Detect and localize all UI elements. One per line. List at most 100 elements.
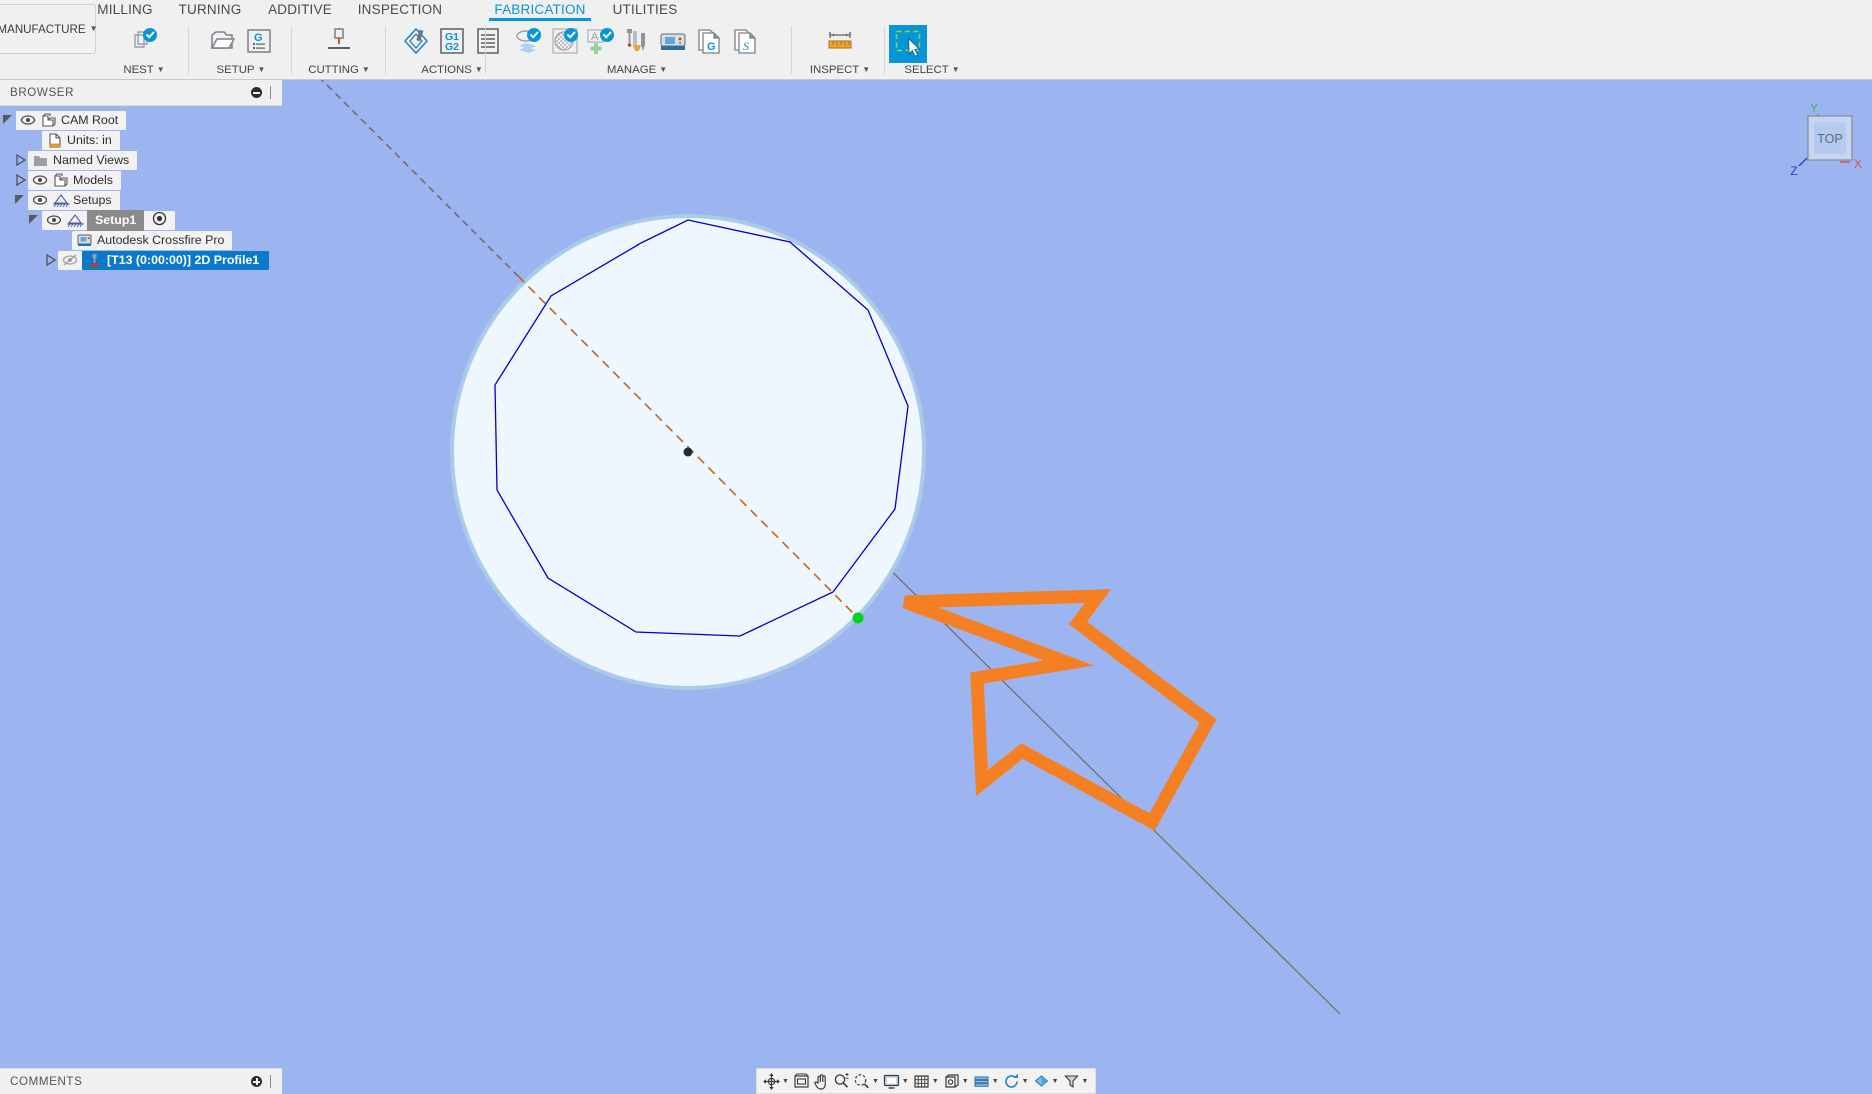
tree-row-setup1[interactable]: Setup1	[0, 209, 282, 231]
twisty-collapsed-icon[interactable]	[12, 150, 28, 170]
axis-label-x: X	[1854, 157, 1862, 171]
pattern-fill-icon[interactable]	[548, 24, 582, 58]
origin-point-marker[interactable]	[683, 447, 693, 457]
zoom-icon[interactable]	[832, 1072, 851, 1091]
panel-label-nest[interactable]: NEST ▼	[105, 64, 183, 76]
tab-milling[interactable]: MILLING	[85, 0, 165, 21]
nav-zoom-window[interactable]: ▼	[852, 1072, 881, 1091]
view-cube[interactable]: Y Z X TOP	[1772, 96, 1864, 185]
panel-separator	[485, 26, 486, 74]
nav-multiple-views[interactable]: ▼	[972, 1072, 1001, 1091]
visibility-eye-icon[interactable]	[20, 113, 36, 127]
panel-resize-grip[interactable]	[269, 1075, 276, 1088]
tree-row-cam-root[interactable]: CAM Root	[0, 110, 282, 130]
panel-label-cutting[interactable]: CUTTING ▼	[298, 64, 380, 76]
tree-row-setups[interactable]: Setups	[0, 190, 282, 210]
add-text-icon[interactable]: A	[584, 24, 618, 58]
zoom-window-icon[interactable]	[852, 1072, 871, 1091]
nav-refresh[interactable]: ▼	[1002, 1072, 1031, 1091]
visibility-eye-icon[interactable]	[46, 213, 62, 227]
tool-library-icon[interactable]	[620, 24, 654, 58]
nav-zoom[interactable]	[832, 1072, 851, 1091]
chevron-down-icon[interactable]: ▼	[1052, 1078, 1061, 1085]
twisty-collapsed-icon[interactable]	[12, 170, 28, 190]
tree-label: Named Views	[53, 152, 130, 167]
chevron-down-icon: ▼	[862, 65, 871, 74]
chevron-down-icon: ▼	[659, 65, 668, 74]
active-setup-radio-icon[interactable]	[152, 211, 167, 229]
tab-utilities[interactable]: UTILITIES	[600, 0, 690, 21]
orbit-icon[interactable]	[762, 1072, 781, 1091]
tree-row-units[interactable]: Units: in	[0, 130, 282, 150]
panel-label-manage[interactable]: MANAGE ▼	[492, 64, 782, 76]
panel-label-inspect[interactable]: INSPECT ▼	[798, 64, 882, 76]
display-settings-icon[interactable]	[882, 1072, 901, 1091]
toolpath-start-point[interactable]	[852, 612, 864, 624]
nav-orbit[interactable]: ▼	[762, 1072, 791, 1091]
nav-viewports[interactable]: ▼	[942, 1072, 971, 1091]
twisty-collapsed-icon[interactable]	[42, 250, 58, 270]
look-at-icon[interactable]	[792, 1072, 811, 1091]
plus-circle-icon[interactable]	[251, 1076, 262, 1087]
chevron-down-icon[interactable]: ▼	[782, 1078, 791, 1085]
twisty-expanded-icon[interactable]	[26, 210, 42, 230]
panel-separator	[291, 26, 292, 74]
chevron-down-icon[interactable]: ▼	[962, 1078, 971, 1085]
tab-inspection[interactable]: INSPECTION	[350, 0, 450, 21]
panel-resize-grip[interactable]	[269, 86, 276, 99]
tree-row-machine[interactable]: Autodesk Crossfire Pro	[0, 230, 282, 250]
g1-g2-icon[interactable]: G1 G2	[435, 24, 469, 58]
chevron-down-icon[interactable]: ▼	[1022, 1078, 1031, 1085]
chevron-down-icon[interactable]: ▼	[902, 1078, 911, 1085]
sheet-layers-icon[interactable]	[512, 24, 546, 58]
nav-display-settings[interactable]: ▼	[882, 1072, 911, 1091]
pan-hand-icon[interactable]	[812, 1072, 831, 1091]
panel-label-select[interactable]: SELECT ▼	[890, 64, 974, 76]
tab-fabrication[interactable]: FABRICATION	[489, 0, 591, 21]
chevron-down-icon[interactable]: ▼	[1082, 1078, 1091, 1085]
visibility-eye-icon[interactable]	[32, 173, 48, 187]
post-process-g-icon[interactable]: G	[692, 24, 726, 58]
cutting-tool-icon[interactable]	[322, 24, 356, 58]
twisty-expanded-icon[interactable]	[12, 190, 28, 210]
probe-action-icon[interactable]	[399, 24, 433, 58]
visual-style-icon[interactable]	[1032, 1072, 1051, 1091]
chevron-down-icon: ▼	[474, 65, 483, 74]
nav-effects[interactable]: ▼	[1062, 1072, 1091, 1091]
workspace-selector[interactable]: MANUFACTURE ▼	[0, 4, 98, 54]
viewports-icon[interactable]	[942, 1072, 961, 1091]
nav-look-at[interactable]	[792, 1072, 811, 1091]
refresh-icon[interactable]	[1002, 1072, 1021, 1091]
tab-additive[interactable]: ADDITIVE	[260, 0, 340, 21]
effects-icon[interactable]	[1062, 1072, 1081, 1091]
grid-snaps-icon[interactable]	[912, 1072, 931, 1091]
chevron-down-icon[interactable]: ▼	[992, 1078, 1001, 1085]
nest-icon[interactable]	[127, 24, 161, 58]
minus-circle-icon[interactable]	[251, 87, 262, 98]
nav-grid-snaps[interactable]: ▼	[912, 1072, 941, 1091]
twisty-expanded-icon[interactable]	[0, 110, 16, 130]
visibility-eye-off-icon[interactable]	[62, 253, 78, 267]
measure-ruler-icon[interactable]	[823, 24, 857, 58]
svg-text:G: G	[254, 32, 263, 44]
multiple-views-icon[interactable]	[972, 1072, 991, 1091]
svg-text:G: G	[707, 41, 716, 53]
machine-library-icon[interactable]	[656, 24, 690, 58]
chevron-down-icon[interactable]: ▼	[932, 1078, 941, 1085]
g-code-setup-icon[interactable]: G	[242, 24, 276, 58]
setup-from-folder-icon[interactable]	[206, 24, 240, 58]
viewcube-face-label: TOP	[1817, 132, 1842, 146]
panel-label-setup[interactable]: SETUP ▼	[195, 64, 287, 76]
axis-label-y: Y	[1810, 101, 1818, 115]
panel-separator	[188, 26, 189, 74]
tree-row-named-views[interactable]: Named Views	[0, 150, 282, 170]
chevron-down-icon[interactable]: ▼	[872, 1078, 881, 1085]
nav-pan[interactable]	[812, 1072, 831, 1091]
tree-row-2d-profile1[interactable]: [T13 (0:00:00)] 2D Profile1	[0, 250, 282, 270]
tree-row-models[interactable]: Models	[0, 170, 282, 190]
select-marquee-cursor-icon[interactable]	[889, 25, 927, 63]
setup-sheet-icon[interactable]: S	[728, 24, 762, 58]
visibility-eye-icon[interactable]	[32, 193, 48, 207]
tab-turning[interactable]: TURNING	[170, 0, 250, 21]
nav-visual-style[interactable]: ▼	[1032, 1072, 1061, 1091]
